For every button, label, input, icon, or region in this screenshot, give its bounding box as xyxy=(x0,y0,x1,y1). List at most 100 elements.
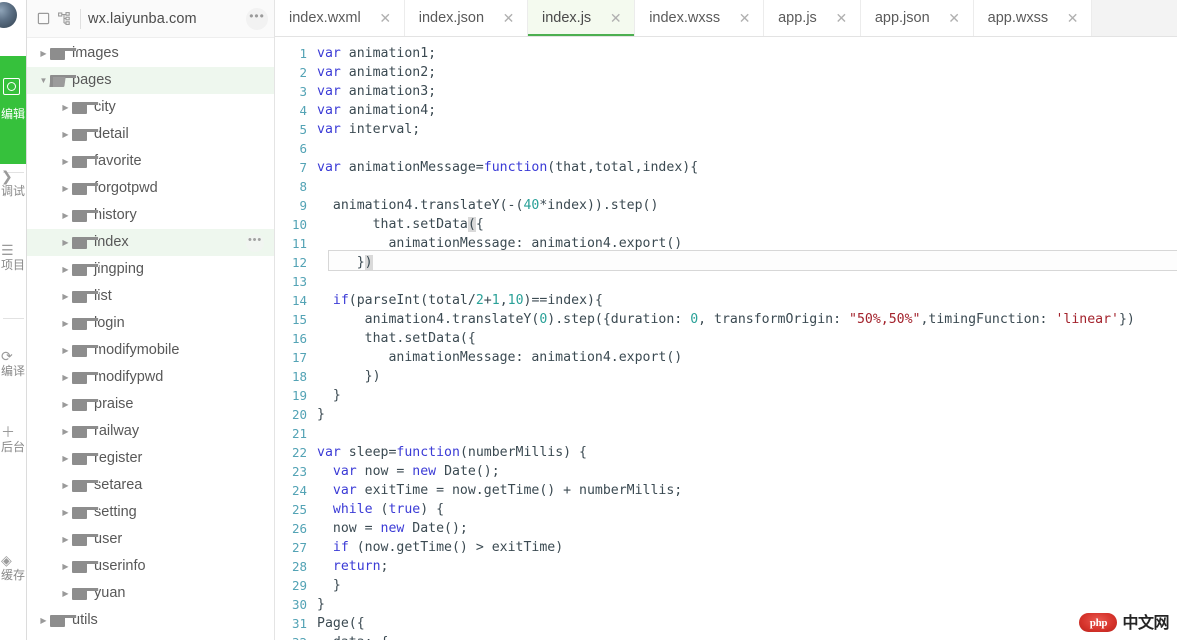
editor-tab-app-json[interactable]: app.json✕ xyxy=(861,0,974,36)
code-line-source[interactable]: } xyxy=(317,595,1177,614)
chevron-right-icon[interactable]: ▶ xyxy=(59,400,72,409)
code-line-source[interactable]: if(parseInt(total/2+1,10)==index){ xyxy=(317,291,1177,310)
code-line-source[interactable]: animation4.translateY(0).step({duration:… xyxy=(317,310,1177,329)
tree-item-images[interactable]: ▶images xyxy=(27,40,274,67)
code-line-source[interactable]: } xyxy=(317,405,1177,424)
project-url[interactable]: wx.laiyunba.com xyxy=(88,11,246,27)
code-line-source[interactable]: var sleep=function(numberMillis) { xyxy=(317,443,1177,462)
editor-tab-index-wxss[interactable]: index.wxss✕ xyxy=(635,0,764,36)
code-line-source[interactable]: var animation3; xyxy=(317,82,1177,101)
chevron-right-icon[interactable]: ▶ xyxy=(59,562,72,571)
tree-item-favorite[interactable]: ▶favorite xyxy=(27,148,274,175)
code-line-source[interactable]: if (now.getTime() > exitTime) xyxy=(317,538,1177,557)
code-line-source[interactable]: now = new Date(); xyxy=(317,519,1177,538)
chevron-right-icon[interactable]: ▶ xyxy=(59,427,72,436)
line-number: 18 xyxy=(275,367,317,386)
chevron-right-icon[interactable]: ▶ xyxy=(59,319,72,328)
tree-item-railway[interactable]: ▶railway xyxy=(27,418,274,445)
editor-tab-index-js[interactable]: index.js✕ xyxy=(528,0,635,36)
chevron-right-icon[interactable]: ▶ xyxy=(59,508,72,517)
code-line-source[interactable]: Page({ xyxy=(317,614,1177,633)
tree-item-yuan[interactable]: ▶yuan xyxy=(27,580,274,607)
chevron-right-icon[interactable]: ▶ xyxy=(59,292,72,301)
tree-item-utils[interactable]: ▶utils xyxy=(27,607,274,634)
code-line-source[interactable]: return; xyxy=(317,557,1177,576)
avatar[interactable] xyxy=(0,2,17,28)
tree-item-user[interactable]: ▶user xyxy=(27,526,274,553)
code-line-source[interactable]: var interval; xyxy=(317,120,1177,139)
chevron-right-icon[interactable]: ▶ xyxy=(59,454,72,463)
chevron-right-icon[interactable]: ▶ xyxy=(59,535,72,544)
code-line-source[interactable]: animationMessage: animation4.export() xyxy=(317,348,1177,367)
code-content[interactable]: 1var animation1;2var animation2;3var ani… xyxy=(275,37,1177,640)
tree-item-history[interactable]: ▶history xyxy=(27,202,274,229)
close-icon[interactable]: ✕ xyxy=(609,11,622,25)
sidebar-more-icon[interactable]: ••• xyxy=(246,8,268,30)
chevron-down-icon[interactable]: ▼ xyxy=(37,76,50,85)
tree-item-pages[interactable]: ▼pages xyxy=(27,67,274,94)
chevron-right-icon[interactable]: ▶ xyxy=(59,346,72,355)
code-line-source[interactable]: var now = new Date(); xyxy=(317,462,1177,481)
code-line-source[interactable]: var animationMessage=function(that,total… xyxy=(317,158,1177,177)
code-line-source[interactable]: animation4.translateY(-(40*index)).step(… xyxy=(317,196,1177,215)
tree-item-register[interactable]: ▶register xyxy=(27,445,274,472)
code-line-source[interactable]: } xyxy=(317,576,1177,595)
code-viewport[interactable]: 1var animation1;2var animation2;3var ani… xyxy=(275,37,1177,640)
chevron-right-icon[interactable]: ▶ xyxy=(59,589,72,598)
tree-item-forgotpwd[interactable]: ▶forgotpwd xyxy=(27,175,274,202)
close-icon[interactable]: ✕ xyxy=(948,11,961,25)
rail-item-debug[interactable]: ❯ 调试 xyxy=(0,168,27,199)
tree-item-jingping[interactable]: ▶jingping xyxy=(27,256,274,283)
chevron-right-icon[interactable]: ▶ xyxy=(59,265,72,274)
rail-item-active[interactable]: 编辑 xyxy=(0,56,27,164)
chevron-right-icon[interactable]: ▶ xyxy=(59,130,72,139)
editor-tab-app-js[interactable]: app.js✕ xyxy=(764,0,861,36)
tree-item-detail[interactable]: ▶detail xyxy=(27,121,274,148)
chevron-right-icon[interactable]: ▶ xyxy=(59,238,72,247)
tree-item-userinfo[interactable]: ▶userinfo xyxy=(27,553,274,580)
code-line-source[interactable]: var animation2; xyxy=(317,63,1177,82)
editor-tab-app-wxss[interactable]: app.wxss✕ xyxy=(974,0,1092,36)
editor-tab-index-wxml[interactable]: index.wxml✕ xyxy=(275,0,405,36)
close-icon[interactable]: ✕ xyxy=(1066,11,1079,25)
tree-item-more-icon[interactable]: ••• xyxy=(246,234,264,252)
code-line-source[interactable]: data: { xyxy=(317,633,1177,640)
chevron-right-icon[interactable]: ▶ xyxy=(59,103,72,112)
code-line-source[interactable]: var exitTime = now.getTime() + numberMil… xyxy=(317,481,1177,500)
tree-item-praise[interactable]: ▶praise xyxy=(27,391,274,418)
chevron-right-icon[interactable]: ▶ xyxy=(59,157,72,166)
rail-item-cache[interactable]: ◈ 缓存 xyxy=(0,552,27,583)
code-line-source[interactable]: var animation1; xyxy=(317,44,1177,63)
rail-item-project[interactable]: ☰ 项目 xyxy=(0,242,27,273)
tree-item-setting[interactable]: ▶setting xyxy=(27,499,274,526)
code-line-source[interactable]: while (true) { xyxy=(317,500,1177,519)
chevron-right-icon[interactable]: ▶ xyxy=(59,373,72,382)
code-line-source[interactable]: } xyxy=(317,386,1177,405)
tree-item-login[interactable]: ▶login xyxy=(27,310,274,337)
chevron-right-icon[interactable]: ▶ xyxy=(59,481,72,490)
rail-item-compile[interactable]: ⟳ 编译 xyxy=(0,348,27,379)
editor-tab-index-json[interactable]: index.json✕ xyxy=(405,0,528,36)
tree-item-setarea[interactable]: ▶setarea xyxy=(27,472,274,499)
tree-item-index[interactable]: ▶index••• xyxy=(27,229,274,256)
tree-item-list[interactable]: ▶list xyxy=(27,283,274,310)
tree-item-modifymobile[interactable]: ▶modifymobile xyxy=(27,337,274,364)
chevron-right-icon[interactable]: ▶ xyxy=(37,49,50,58)
close-icon[interactable]: ✕ xyxy=(379,11,392,25)
code-line-source[interactable]: that.setData({ xyxy=(317,215,1177,234)
close-icon[interactable]: ✕ xyxy=(835,11,848,25)
code-line-source[interactable]: }) xyxy=(317,253,1177,272)
code-line-source[interactable]: }) xyxy=(317,367,1177,386)
code-line-source[interactable]: that.setData({ xyxy=(317,329,1177,348)
tree-item-city[interactable]: ▶city xyxy=(27,94,274,121)
close-icon[interactable]: ✕ xyxy=(738,11,751,25)
code-line-source[interactable]: var animation4; xyxy=(317,101,1177,120)
chevron-right-icon[interactable]: ▶ xyxy=(59,211,72,220)
chevron-right-icon[interactable]: ▶ xyxy=(37,616,50,625)
tree-view-icon[interactable] xyxy=(54,8,76,30)
close-icon[interactable]: ✕ xyxy=(502,11,515,25)
tree-item-modifypwd[interactable]: ▶modifypwd xyxy=(27,364,274,391)
panel-toggle-icon[interactable] xyxy=(32,8,54,30)
rail-item-background[interactable]: ＋ 后台 xyxy=(0,424,27,455)
chevron-right-icon[interactable]: ▶ xyxy=(59,184,72,193)
